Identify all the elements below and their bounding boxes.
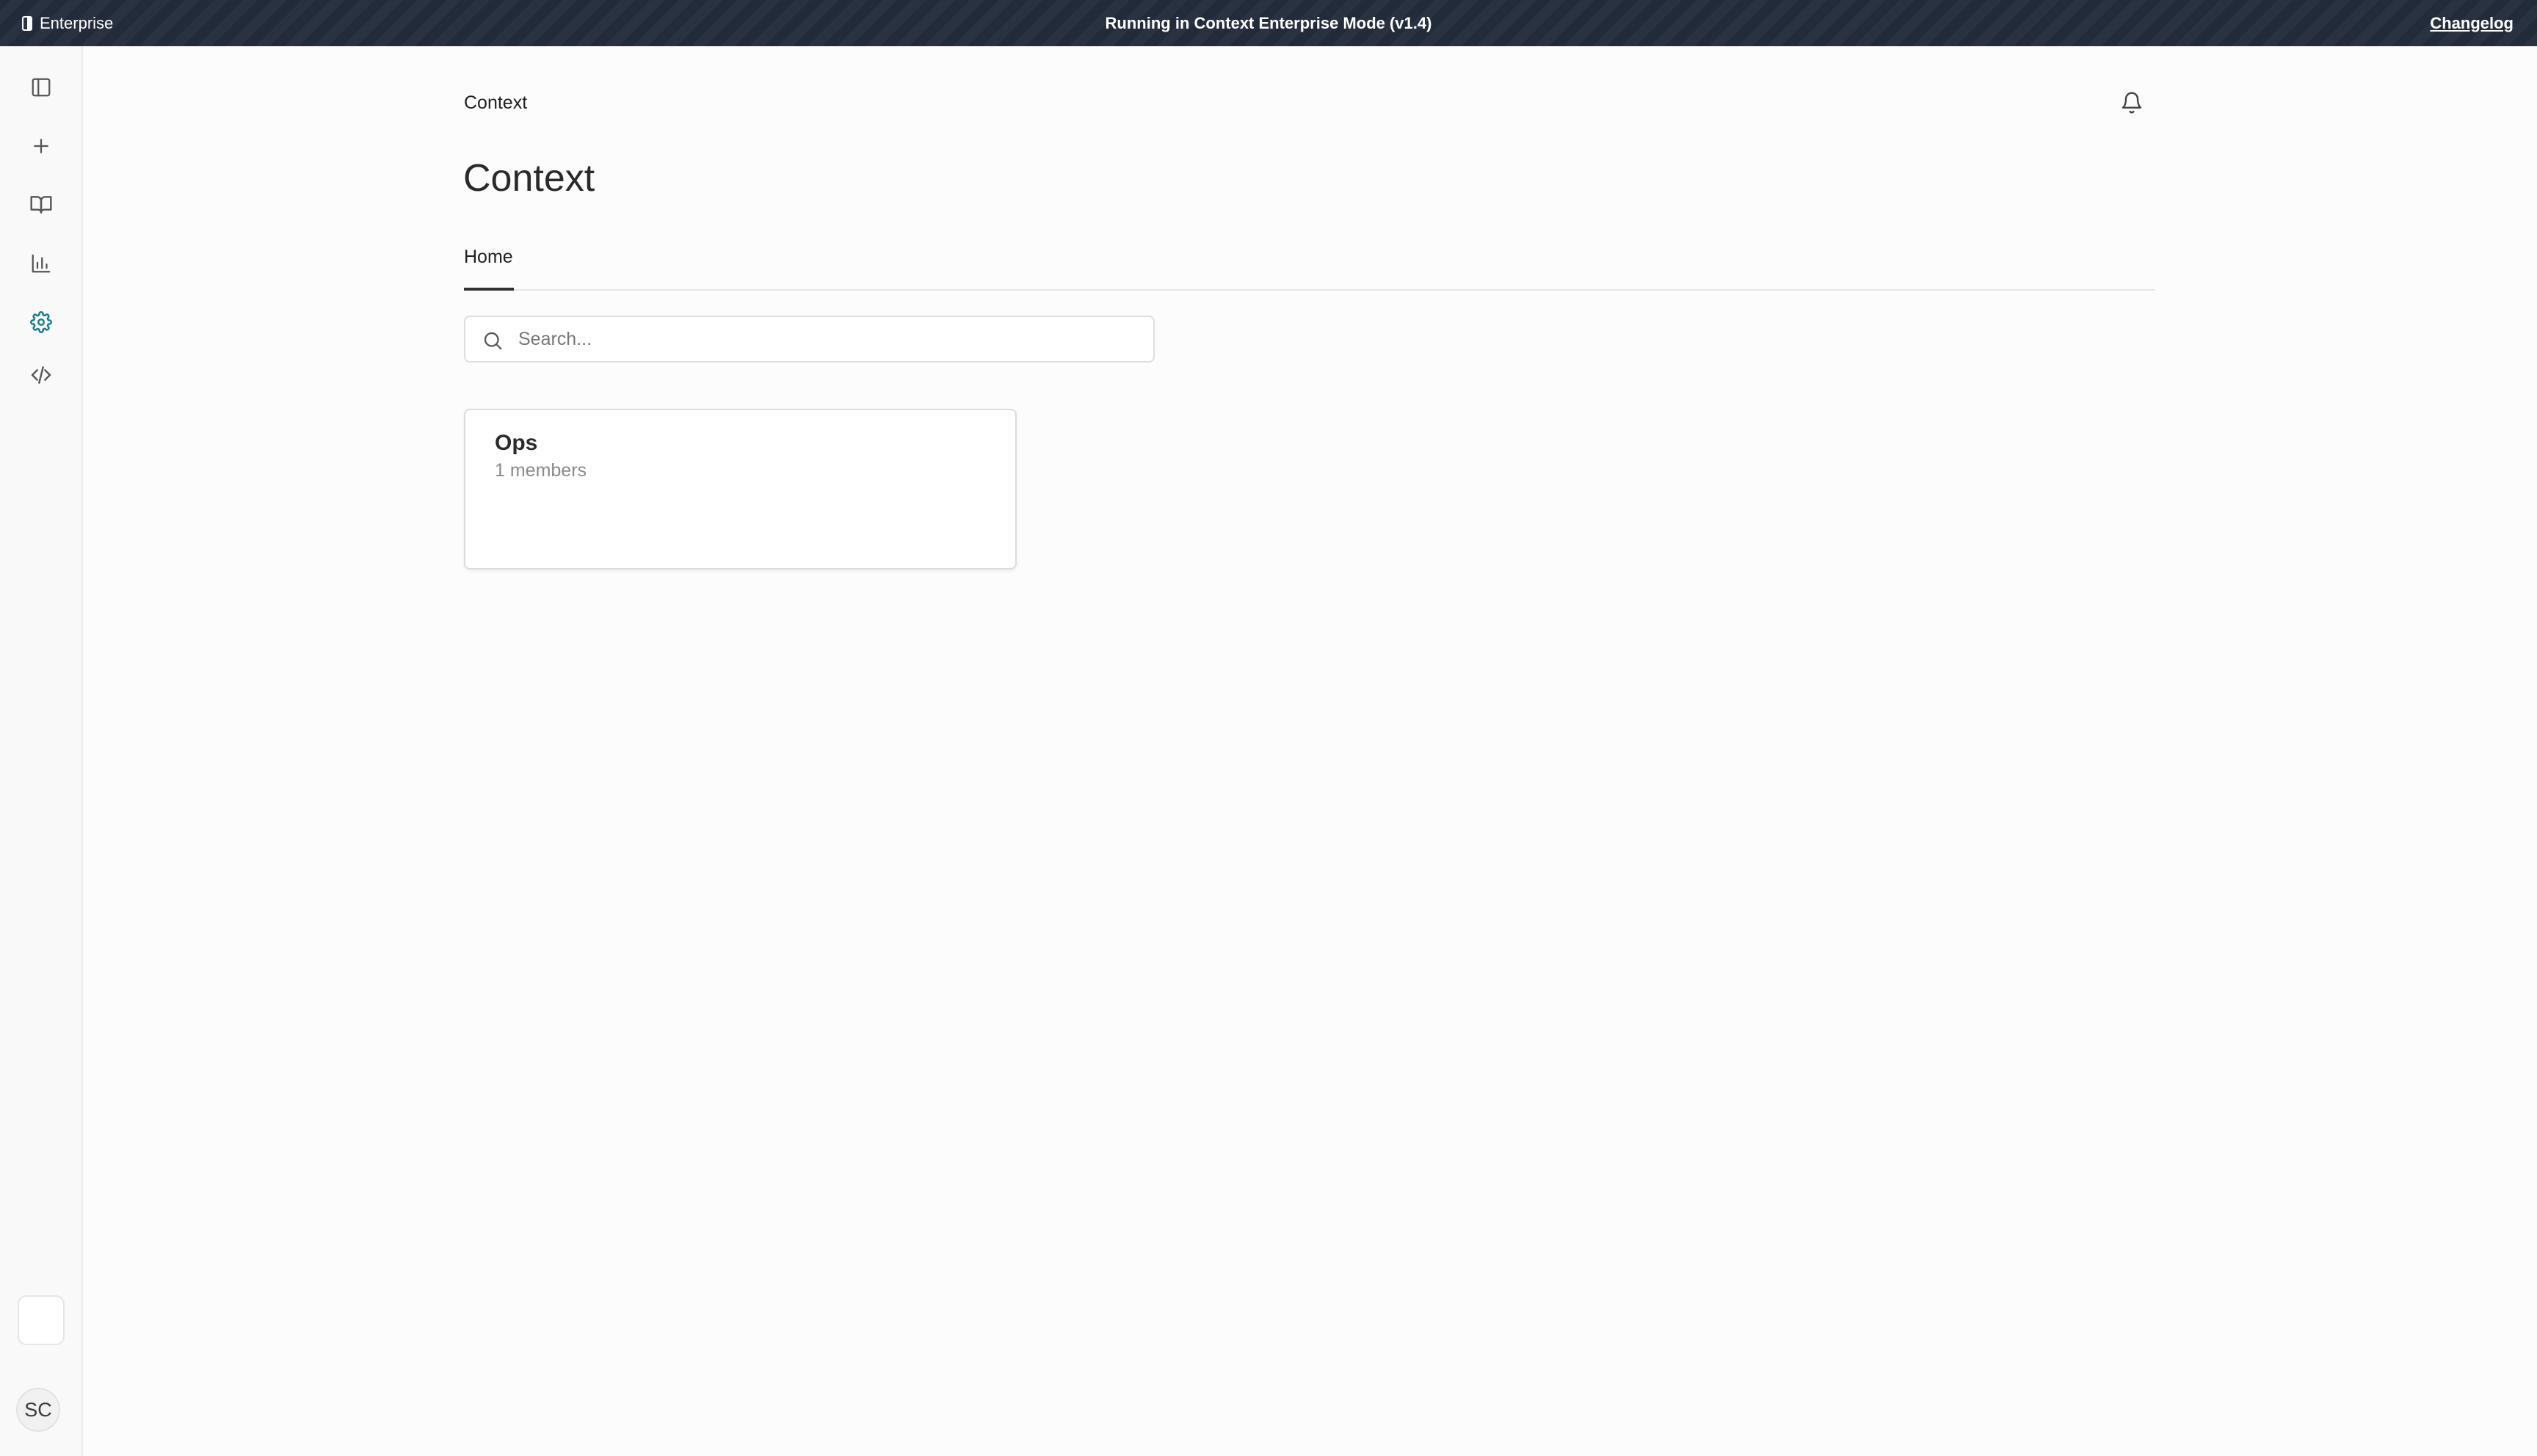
changelog-link[interactable]: Changelog bbox=[2430, 0, 2514, 46]
tab-bar: Home bbox=[464, 242, 2155, 291]
group-card-members: 1 members bbox=[495, 460, 587, 481]
gear-icon bbox=[30, 311, 52, 333]
sidebar-toggle-button[interactable] bbox=[18, 64, 65, 111]
plus-icon bbox=[30, 135, 52, 157]
sidebar-developer-button[interactable] bbox=[18, 352, 65, 398]
panel-left-icon bbox=[30, 76, 52, 98]
search-input[interactable] bbox=[517, 317, 1141, 361]
enterprise-icon bbox=[22, 15, 32, 31]
sidebar-analytics-button[interactable] bbox=[18, 240, 65, 287]
group-card-ops[interactable]: Ops 1 members bbox=[464, 409, 1017, 569]
bar-chart-icon bbox=[30, 252, 52, 274]
sidebar: SC bbox=[0, 46, 83, 1456]
sidebar-blank-slot[interactable] bbox=[18, 1295, 65, 1345]
sidebar-library-button[interactable] bbox=[18, 181, 65, 228]
banner-message: Running in Context Enterprise Mode (v1.4… bbox=[1105, 13, 1432, 32]
group-card-title: Ops bbox=[495, 431, 538, 455]
notifications-button[interactable] bbox=[2117, 90, 2146, 119]
brand: Enterprise bbox=[22, 0, 113, 46]
top-banner: Enterprise Running in Context Enterprise… bbox=[0, 0, 2537, 46]
breadcrumb: Context bbox=[464, 92, 528, 113]
book-open-icon bbox=[29, 193, 53, 216]
bell-icon bbox=[2120, 91, 2144, 118]
brand-label: Enterprise bbox=[40, 13, 114, 32]
code-icon bbox=[29, 363, 53, 387]
search-box bbox=[464, 316, 1155, 363]
sidebar-settings-button[interactable] bbox=[18, 299, 65, 346]
page-title: Context bbox=[463, 157, 595, 200]
avatar[interactable]: SC bbox=[16, 1388, 60, 1432]
tab-home[interactable]: Home bbox=[464, 242, 514, 291]
sidebar-new-button[interactable] bbox=[18, 123, 65, 170]
